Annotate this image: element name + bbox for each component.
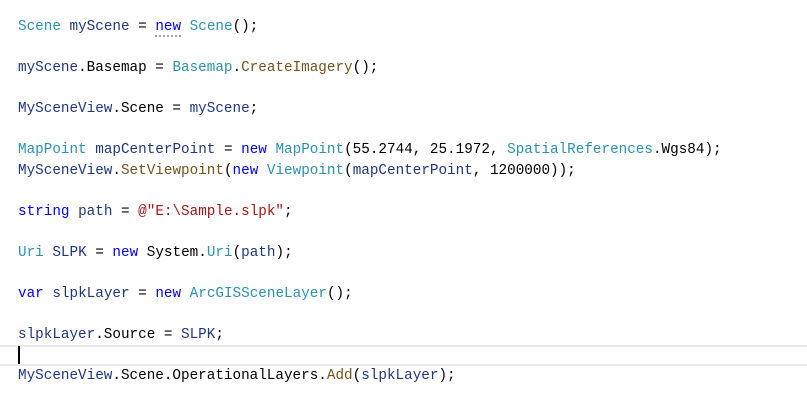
token-kw: string — [18, 203, 70, 220]
code-line[interactable] — [18, 222, 807, 243]
token-plain: .Wgs84); — [652, 142, 722, 158]
token-plain: .Basemap = — [78, 60, 173, 76]
token-plain: . — [112, 162, 121, 179]
code-line[interactable] — [18, 263, 807, 284]
token-type: Basemap — [172, 60, 233, 76]
token-plain: ); — [438, 367, 456, 384]
token-local: slpkLayer — [18, 326, 96, 343]
token-plain: .Scene.OperationalLayers. — [112, 367, 327, 384]
token-plain: = — [112, 203, 139, 220]
token-type: ArcGISSceneLayer — [189, 285, 327, 302]
token-plain: ( — [223, 162, 233, 179]
token-method: SetViewpoint — [120, 162, 224, 179]
token-local: MySceneView — [18, 101, 113, 117]
token-plain: ; — [249, 101, 259, 117]
token-plain: ; — [215, 326, 224, 343]
token-plain: ( — [232, 244, 242, 261]
token-method: CreateImagery — [241, 60, 353, 76]
token-plain: (); — [326, 285, 353, 302]
code-line[interactable]: MySceneView.Scene.OperationalLayers.Add(… — [18, 366, 807, 387]
code-line[interactable] — [18, 79, 807, 100]
token-local: SLPK — [181, 326, 216, 343]
code-line[interactable] — [18, 38, 807, 59]
text-caret — [18, 346, 20, 364]
token-type: Viewpoint — [266, 162, 345, 179]
token-type: Scene — [18, 19, 61, 35]
token-local: slpkLayer — [52, 285, 130, 302]
token-type: Uri — [18, 244, 44, 261]
code-editor[interactable]: Scene myScene = new Scene(); myScene.Base… — [18, 17, 807, 386]
token-local: mapCenterPoint — [352, 162, 473, 179]
code-line[interactable]: var slpkLayer = new ArcGISSceneLayer(); — [18, 284, 807, 305]
code-line[interactable]: Uri SLPK = new System.Uri(path); — [18, 243, 807, 264]
token-local: myScene — [69, 19, 130, 35]
code-line[interactable]: MapPoint mapCenterPoint = new MapPoint(5… — [18, 140, 807, 161]
token-kw: new — [232, 162, 259, 179]
token-plain: ( — [344, 162, 353, 179]
token-plain: = — [86, 244, 113, 261]
token-kw: var — [18, 285, 44, 302]
token-local: SLPK — [52, 244, 87, 261]
code-line[interactable]: myScene.Basemap = Basemap.CreateImagery(… — [18, 58, 807, 79]
token-local: mapCenterPoint — [95, 142, 216, 158]
code-line[interactable]: Scene myScene = new Scene(); — [18, 17, 807, 38]
token-plain: (55.2744, 25.1972, — [344, 142, 508, 158]
code-line[interactable]: MySceneView.SetViewpoint(new Viewpoint(m… — [18, 161, 807, 182]
code-line[interactable]: MySceneView.Scene = myScene; — [18, 99, 807, 120]
token-local: MySceneView — [18, 367, 113, 384]
token-plain: , 1200000)); — [472, 162, 576, 179]
token-local: MySceneView — [18, 162, 113, 179]
token-plain: .Source = — [95, 326, 182, 343]
token-local: myScene — [18, 60, 79, 76]
token-plain: ); — [275, 244, 293, 261]
token-type: Uri — [206, 244, 233, 261]
token-plain: ( — [352, 367, 362, 384]
token-local: path — [241, 244, 276, 261]
token-local: slpkLayer — [361, 367, 439, 384]
token-plain: = — [129, 19, 156, 35]
code-line[interactable] — [18, 181, 807, 202]
token-kw: new — [241, 142, 267, 158]
token-local: path — [78, 203, 113, 220]
token-local: myScene — [189, 101, 250, 117]
token-plain: ; — [284, 203, 293, 220]
token-plain: . — [232, 60, 242, 76]
token-type: SpatialReferences — [507, 142, 653, 158]
code-line[interactable] — [18, 304, 807, 325]
token-str: @"E:\Sample.slpk" — [138, 203, 285, 220]
token-kw: new — [155, 285, 182, 302]
code-line[interactable]: string path = @"E:\Sample.slpk"; — [18, 202, 807, 223]
token-plain: = — [129, 285, 156, 302]
token-plain: .Scene = — [112, 101, 190, 117]
token-kw: new — [112, 244, 139, 261]
token-plain: = — [215, 142, 242, 158]
code-line[interactable]: slpkLayer.Source = SLPK; — [18, 325, 807, 346]
current-line[interactable] — [0, 345, 807, 366]
token-type: MapPoint — [275, 142, 345, 158]
token-type: MapPoint — [18, 142, 87, 158]
code-line[interactable] — [18, 120, 807, 141]
token-method: Add — [326, 367, 353, 384]
token-plain: (); — [232, 19, 259, 35]
token-kw: new — [155, 19, 182, 37]
token-plain: (); — [352, 60, 379, 76]
token-plain: System. — [138, 244, 207, 261]
token-type: Scene — [189, 19, 233, 35]
